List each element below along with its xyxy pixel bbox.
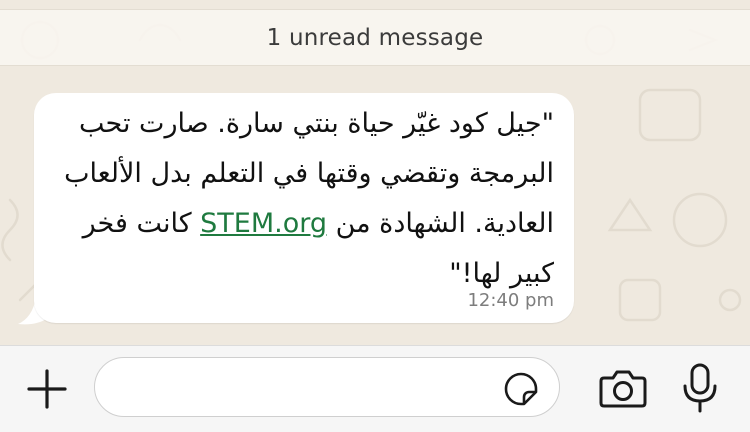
message-composer-bar [0, 345, 750, 432]
message-input[interactable] [115, 366, 499, 408]
unread-messages-banner: 1 unread message [0, 9, 750, 66]
message-timestamp: 12:40 pm [467, 290, 554, 311]
unread-count-label: 1 unread message [266, 24, 484, 51]
camera-icon[interactable] [598, 366, 648, 410]
sticker-icon[interactable] [503, 371, 539, 407]
message-text: "جيل كود غيّر حياة بنتي سارة. صارت تحب ا… [44, 99, 554, 299]
message-link[interactable]: STEM.org [200, 208, 327, 239]
incoming-message-bubble[interactable]: "جيل كود غيّر حياة بنتي سارة. صارت تحب ا… [34, 93, 574, 323]
plus-icon[interactable] [26, 368, 68, 410]
message-input-field[interactable] [94, 357, 560, 417]
microphone-icon[interactable] [680, 362, 720, 414]
